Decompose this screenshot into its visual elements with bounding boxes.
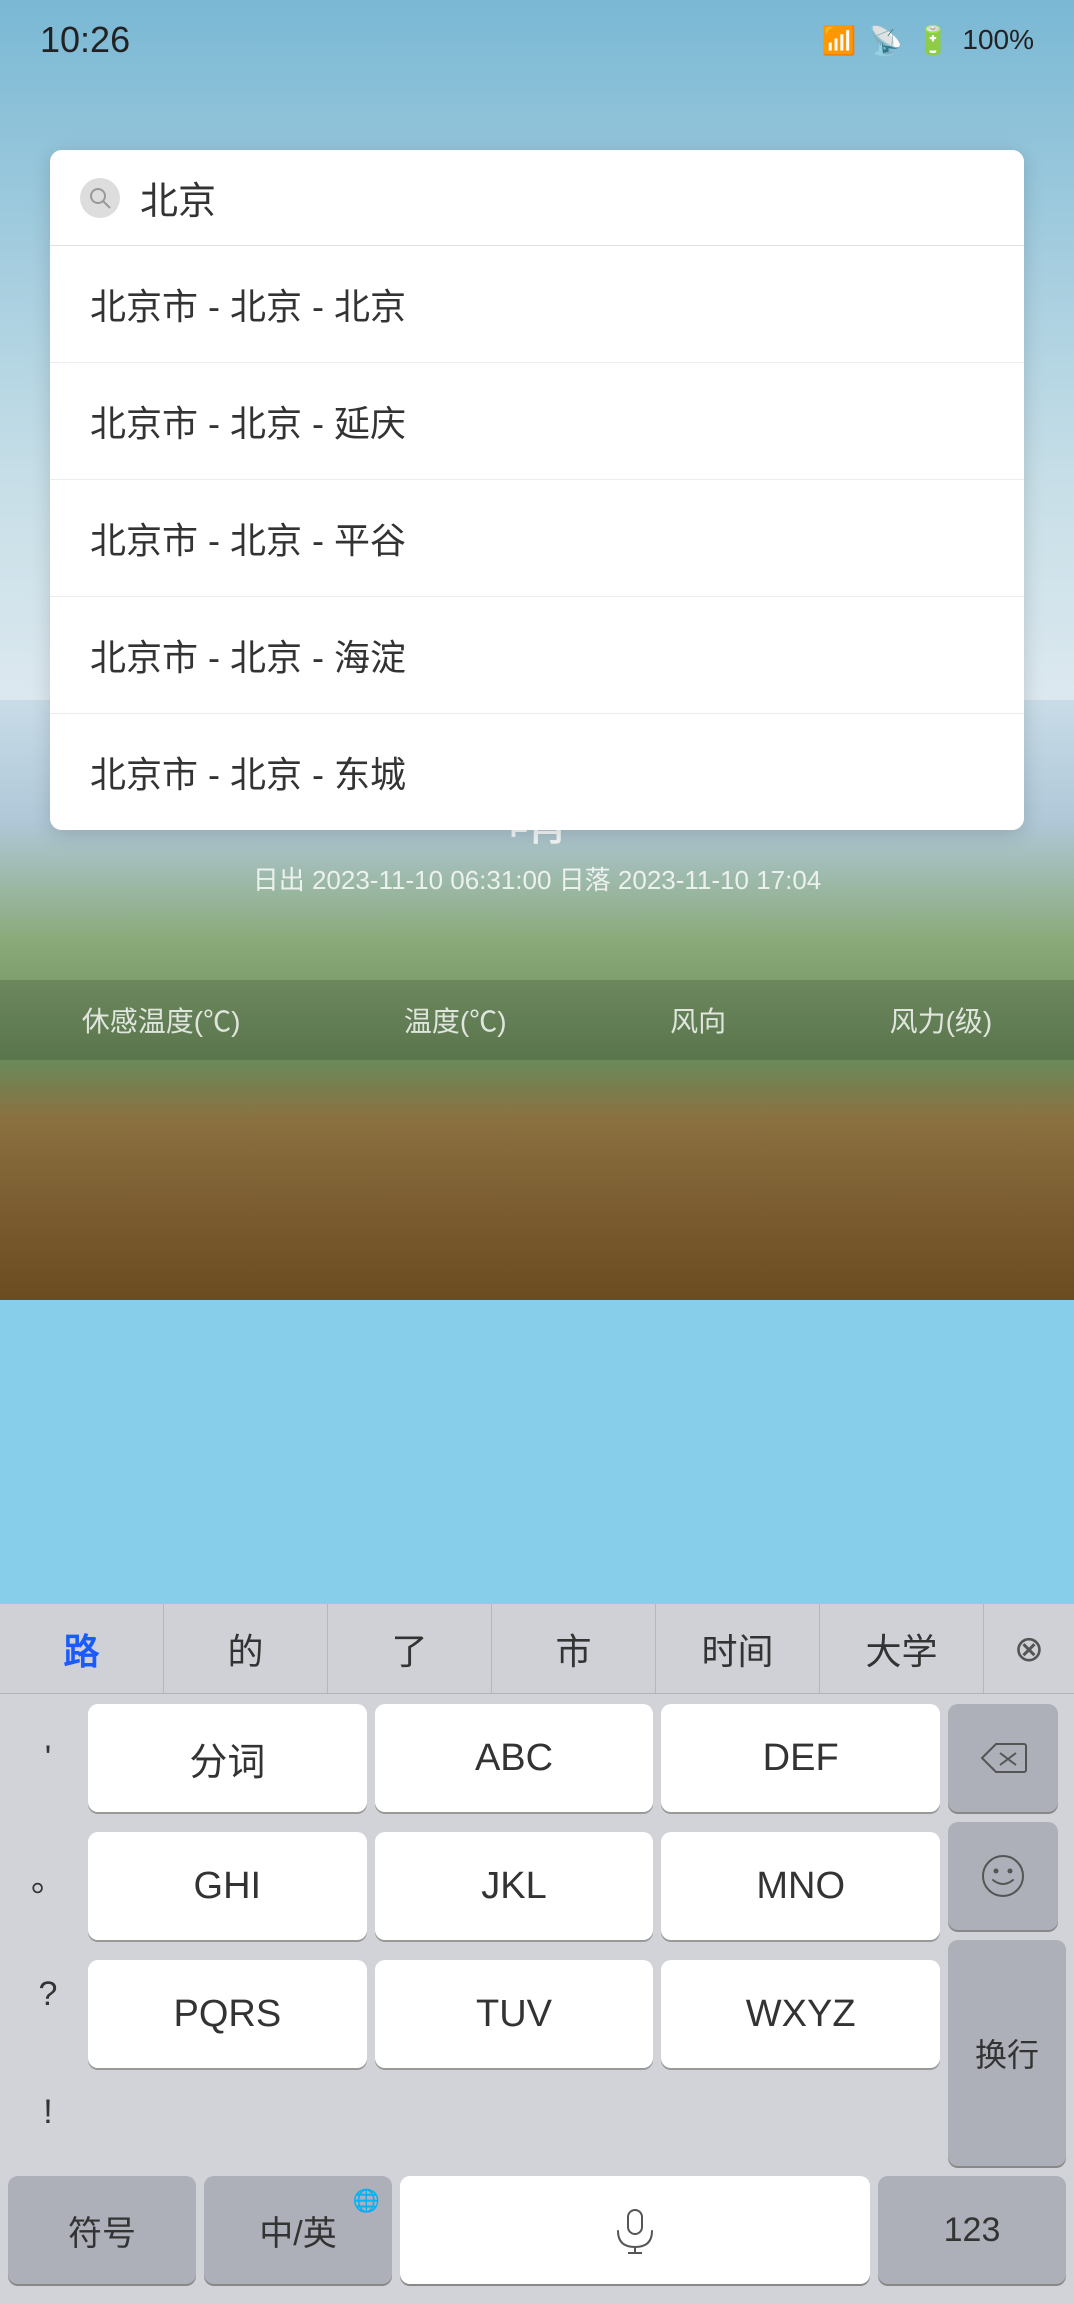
weather-stats: 休感温度(℃) 温度(℃) 风向 风力(级) xyxy=(0,980,1074,1060)
enter-key[interactable]: 换行 xyxy=(948,1940,1066,2166)
language-key[interactable]: 中/英 🌐 xyxy=(204,2176,392,2284)
suggestion-4[interactable]: 时间 xyxy=(656,1604,820,1693)
status-icons: 📶 📡 🔋 100% xyxy=(822,24,1034,57)
key-question[interactable]: ? xyxy=(8,1940,88,2048)
search-result-4[interactable]: 北京市 - 北京 - 东城 xyxy=(50,714,1024,830)
suggestion-5[interactable]: 大学 xyxy=(820,1604,984,1693)
search-dropdown: 北京 北京市 - 北京 - 北京 北京市 - 北京 - 延庆 北京市 - 北京 … xyxy=(50,150,1024,830)
status-bar: 10:26 📶 📡 🔋 100% xyxy=(0,0,1074,80)
search-result-2[interactable]: 北京市 - 北京 - 平谷 xyxy=(50,480,1024,597)
search-result-0[interactable]: 北京市 - 北京 - 北京 xyxy=(50,246,1024,363)
key-pqrs[interactable]: PQRS xyxy=(88,1960,367,2068)
keyboard-main: ' 。 ? ! 分词 ABC DEF GHI JKL MNO PQRS TUV xyxy=(0,1694,1074,2176)
suggestions-row: 路 的 了 市 时间 大学 ⊗ xyxy=(0,1604,1074,1694)
signal-icon: 📶 xyxy=(822,24,857,57)
search-input-row[interactable]: 北京 xyxy=(50,150,1024,246)
wifi-icon: 📡 xyxy=(869,24,904,57)
temp-label: 温度(℃) xyxy=(404,1000,507,1040)
key-jkl[interactable]: JKL xyxy=(375,1832,654,1940)
key-row-3: PQRS TUV WXYZ xyxy=(88,1960,940,2068)
search-query[interactable]: 北京 xyxy=(140,170,994,225)
key-mno[interactable]: MNO xyxy=(661,1832,940,1940)
search-result-3[interactable]: 北京市 - 北京 - 海淀 xyxy=(50,597,1024,714)
wind-level-label: 风力(级) xyxy=(890,1000,993,1040)
battery-percent: 100% xyxy=(962,24,1034,56)
keyboard-center: 分词 ABC DEF GHI JKL MNO PQRS TUV WXYZ xyxy=(88,1704,940,2166)
emoji-key[interactable] xyxy=(948,1822,1058,1930)
key-ghi[interactable]: GHI xyxy=(88,1832,367,1940)
num-key[interactable]: 123 xyxy=(878,2176,1066,2284)
suggestion-delete-button[interactable]: ⊗ xyxy=(984,1628,1074,1670)
suggestion-0[interactable]: 路 xyxy=(0,1604,164,1693)
left-chars-col: ' 。 ? ! xyxy=(8,1704,88,2166)
key-fenci[interactable]: 分词 xyxy=(88,1704,367,1812)
weather-sunrise: 日出 2023-11-10 06:31:00 日落 2023-11-10 17:… xyxy=(20,860,1054,897)
key-wxyz[interactable]: WXYZ xyxy=(661,1960,940,2068)
key-row-1: 分词 ABC DEF xyxy=(88,1704,940,1812)
symbol-key[interactable]: 符号 xyxy=(8,2176,196,2284)
suggestion-1[interactable]: 的 xyxy=(164,1604,328,1693)
key-period[interactable]: 。 xyxy=(8,1822,88,1930)
key-apostrophe[interactable]: ' xyxy=(8,1704,88,1812)
mic-icon xyxy=(610,2205,660,2255)
search-result-1[interactable]: 北京市 - 北京 - 延庆 xyxy=(50,363,1024,480)
keyboard: 路 的 了 市 时间 大学 ⊗ ' 。 ? ! 分词 ABC DEF GHI xyxy=(0,1604,1074,2304)
key-def[interactable]: DEF xyxy=(661,1704,940,1812)
space-key[interactable] xyxy=(400,2176,870,2284)
suggestion-2[interactable]: 了 xyxy=(328,1604,492,1693)
key-abc[interactable]: ABC xyxy=(375,1704,654,1812)
battery-icon: 🔋 xyxy=(916,24,951,57)
delete-key[interactable] xyxy=(948,1704,1058,1812)
suggestion-3[interactable]: 市 xyxy=(492,1604,656,1693)
feels-like-label: 休感温度(℃) xyxy=(82,1000,241,1040)
enter-label: 换行 xyxy=(975,2030,1039,2076)
bottom-row: 符号 中/英 🌐 123 xyxy=(0,2176,1074,2304)
key-row-2: GHI JKL MNO xyxy=(88,1832,940,1940)
key-tuv[interactable]: TUV xyxy=(375,1960,654,2068)
lang-label: 中/英 xyxy=(259,2206,336,2255)
key-exclaim[interactable]: ! xyxy=(8,2058,88,2166)
status-time: 10:26 xyxy=(40,19,130,61)
wind-dir-label: 风向 xyxy=(670,1000,726,1040)
globe-icon: 🌐 xyxy=(353,2188,380,2214)
keyboard-right-col: 换行 xyxy=(948,1704,1066,2166)
search-icon xyxy=(80,178,120,218)
